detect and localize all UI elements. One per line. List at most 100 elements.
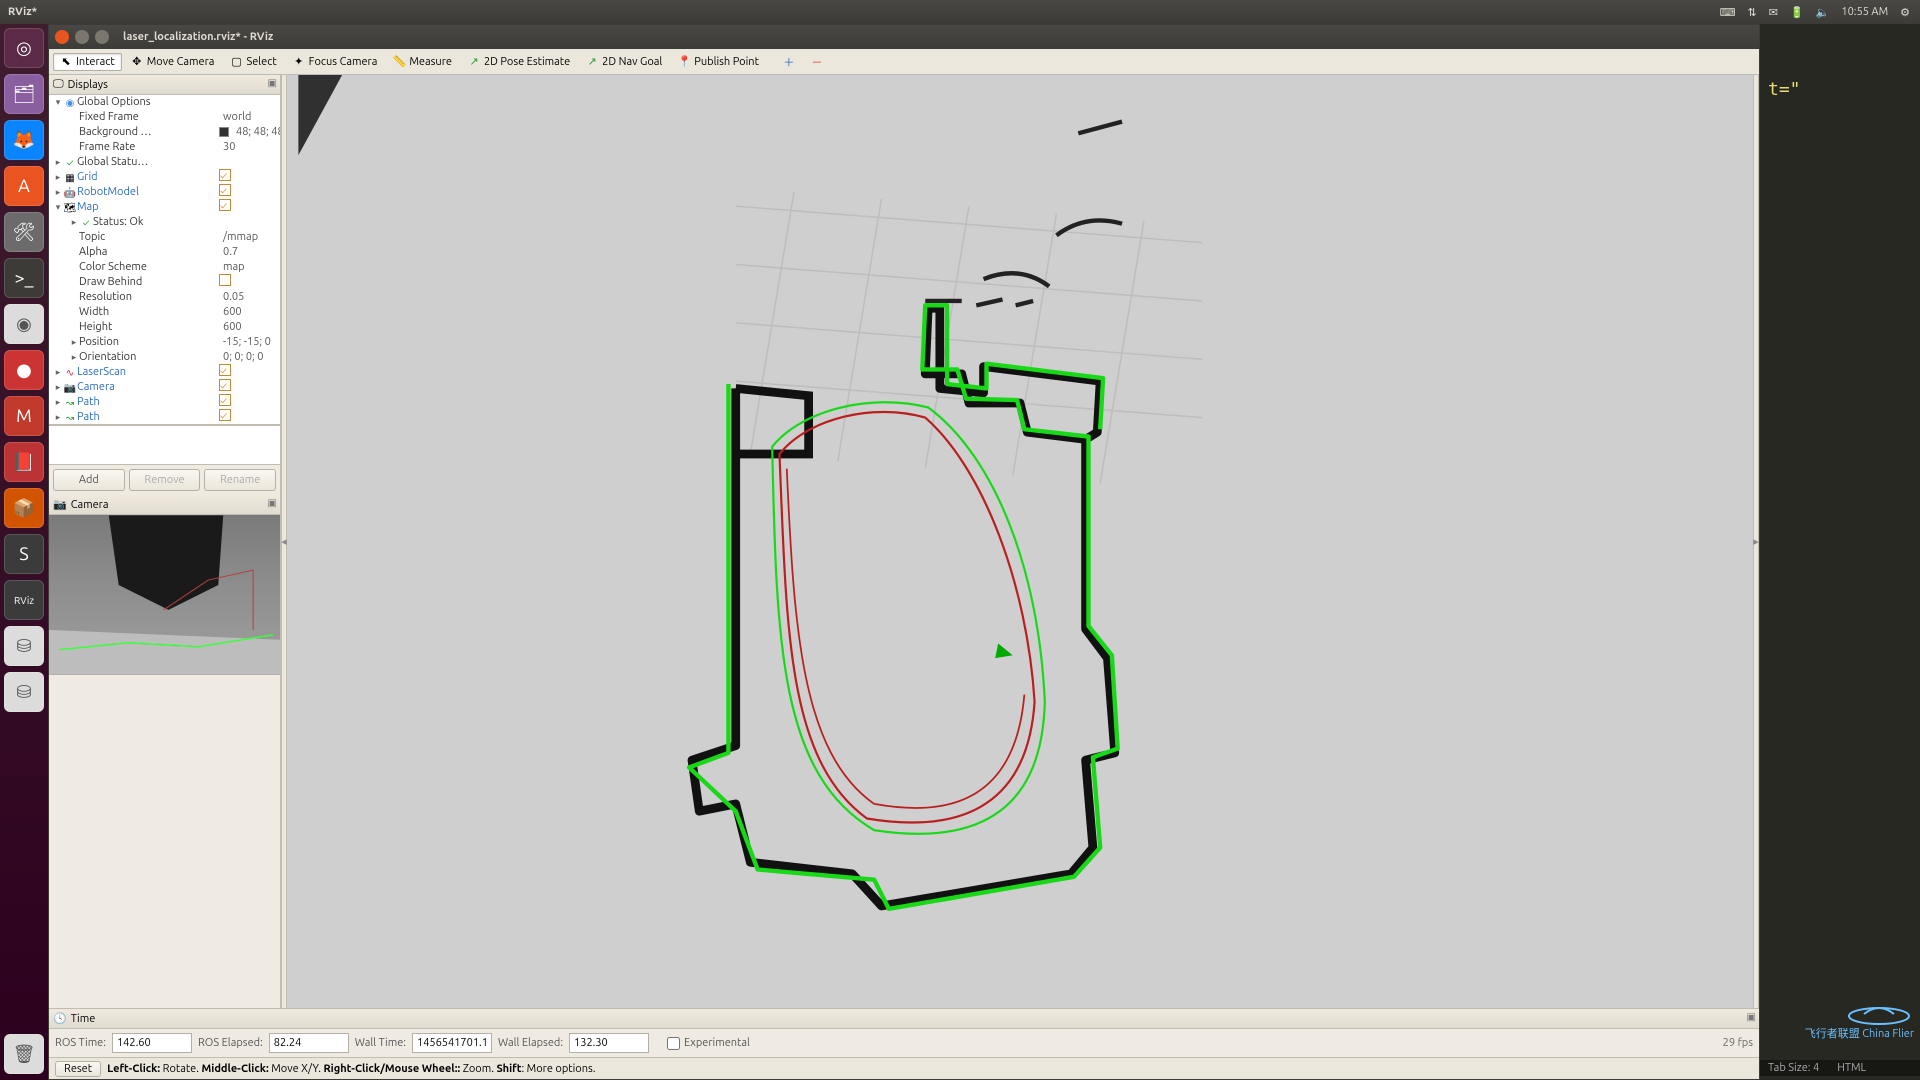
rviz-3d-view[interactable] <box>287 75 1753 1008</box>
ros-time-label: ROS Time: <box>55 1037 106 1049</box>
clock-icon: 🕓 <box>53 1012 67 1025</box>
experimental-label: Experimental <box>684 1037 750 1049</box>
window-close-icon[interactable] <box>55 30 69 44</box>
watermark-logo: 飞行者联盟 China Flier <box>1805 996 1914 1040</box>
ros-elapsed-field[interactable] <box>269 1033 349 1053</box>
arrow-icon: ↗ <box>468 56 480 68</box>
battery-icon[interactable]: 🔋 <box>1790 6 1804 19</box>
time-panel-header[interactable]: 🕓 Time ▣ <box>49 1009 1759 1029</box>
reset-button[interactable]: Reset <box>55 1061 101 1077</box>
tool-add[interactable]: ＋ <box>776 53 802 71</box>
tool-2d-nav-goal[interactable]: ↗2D Nav Goal <box>579 53 669 71</box>
ros-time-field[interactable] <box>112 1033 192 1053</box>
launcher-settings-tool[interactable]: 🛠 <box>4 212 44 252</box>
displays-buttons: Add Remove Rename <box>49 465 280 495</box>
launcher-dash[interactable]: ◎ <box>4 28 44 68</box>
wall-elapsed-label: Wall Elapsed: <box>498 1037 563 1049</box>
launcher-screen-recorder[interactable]: ● <box>4 350 44 390</box>
camera-icon: 📷 <box>53 498 67 511</box>
monitor-icon: 🖵 <box>53 78 64 91</box>
sound-icon[interactable]: 🔈 <box>1816 6 1830 19</box>
right-splitter[interactable]: ▸ <box>1753 75 1759 1008</box>
launcher-box[interactable]: 📦 <box>4 488 44 528</box>
launcher-files[interactable]: 🗂 <box>4 74 44 114</box>
display-description <box>49 425 280 465</box>
tool-interact[interactable]: ⬉Interact <box>53 53 122 71</box>
launcher-drive-1[interactable]: ⛁ <box>4 626 44 666</box>
displays-panel-header[interactable]: 🖵 Displays ▣ <box>49 75 280 95</box>
time-panel: 🕓 Time ▣ ROS Time: ROS Elapsed: Wall Tim… <box>49 1008 1759 1057</box>
tool-move-camera[interactable]: ✥Move Camera <box>124 53 222 71</box>
path2-checkbox[interactable] <box>219 409 231 421</box>
mouse-hint: Left-Click: Rotate. Middle-Click: Move X… <box>107 1063 595 1075</box>
rviz-window: laser_localization.rviz* - RViz ⬉Interac… <box>48 24 1760 1080</box>
active-window-title: RViz* <box>8 6 37 18</box>
camera-panel-header[interactable]: 📷 Camera ▣ <box>49 495 280 515</box>
unity-launcher: ◎ 🗂 🦊 A 🛠 >_ ◉ ● M 📕 📦 S RViz ⛁ ⛁ 🗑 <box>0 24 48 1080</box>
network-icon[interactable]: ⇅ <box>1748 6 1757 19</box>
launcher-terminal[interactable]: >_ <box>4 258 44 298</box>
experimental-checkbox[interactable] <box>667 1037 680 1050</box>
window-minimize-icon[interactable] <box>75 30 89 44</box>
camera-view[interactable] <box>49 515 280 675</box>
ros-elapsed-label: ROS Elapsed: <box>198 1037 263 1049</box>
window-title: laser_localization.rviz* - RViz <box>123 31 273 43</box>
tool-2d-pose-estimate[interactable]: ↗2D Pose Estimate <box>461 53 577 71</box>
tool-focus-camera[interactable]: ✦Focus Camera <box>286 53 385 71</box>
arrow-icon: ↗ <box>586 56 598 68</box>
launcher-rviz[interactable]: RViz <box>4 580 44 620</box>
remove-button[interactable]: Remove <box>129 469 201 491</box>
launcher-sublime[interactable]: S <box>4 534 44 574</box>
status-bar: Reset Left-Click: Rotate. Middle-Click: … <box>49 1057 1759 1079</box>
launcher-chromium[interactable]: ◉ <box>4 304 44 344</box>
select-icon: ▢ <box>230 56 242 68</box>
wall-time-label: Wall Time: <box>355 1037 406 1049</box>
window-titlebar[interactable]: laser_localization.rviz* - RViz <box>49 25 1759 49</box>
launcher-pdf-viewer[interactable]: 📕 <box>4 442 44 482</box>
wall-elapsed-field[interactable] <box>569 1033 649 1053</box>
minus-icon: － <box>811 56 823 68</box>
fps-readout: 29 fps <box>1723 1037 1753 1049</box>
editor-status-bar: Tab Size: 4HTML <box>1760 1060 1920 1076</box>
robotmodel-checkbox[interactable] <box>219 184 231 196</box>
clock[interactable]: 10:55 AM <box>1841 6 1888 18</box>
plus-icon: ＋ <box>783 56 795 68</box>
tool-measure[interactable]: 📏Measure <box>386 53 459 71</box>
drawbehind-checkbox[interactable] <box>219 274 231 286</box>
map-checkbox[interactable] <box>219 199 231 211</box>
window-maximize-icon[interactable] <box>95 30 109 44</box>
wall-time-field[interactable] <box>412 1033 492 1053</box>
mail-icon[interactable]: ✉ <box>1769 6 1778 19</box>
gear-icon[interactable]: ⚙ <box>1900 6 1910 19</box>
keyboard-icon[interactable]: ⌨ <box>1720 6 1736 19</box>
left-panels: 🖵 Displays ▣ ▾◉Global Options Fixed Fram… <box>49 75 281 1008</box>
code-fragment: t=" <box>1768 79 1801 100</box>
tool-publish-point[interactable]: 📍Publish Point <box>671 53 766 71</box>
displays-tree[interactable]: ▾◉Global Options Fixed Frameworld Backgr… <box>49 95 280 425</box>
launcher-trash[interactable]: 🗑 <box>4 1034 44 1074</box>
close-icon[interactable]: ▣ <box>1747 1011 1756 1023</box>
camera-checkbox[interactable] <box>219 379 231 391</box>
grid-checkbox[interactable] <box>219 169 231 181</box>
camera-title: Camera <box>71 499 109 511</box>
add-button[interactable]: Add <box>53 469 125 491</box>
system-top-panel: RViz* ⌨ ⇅ ✉ 🔋 🔈 10:55 AM ⚙ <box>0 0 1920 24</box>
close-icon[interactable]: ▣ <box>268 497 277 509</box>
ruler-icon: 📏 <box>393 56 405 68</box>
background-editor: t=" 飞行者联盟 China Flier Tab Size: 4HTML <box>1760 24 1920 1080</box>
launcher-firefox[interactable]: 🦊 <box>4 120 44 160</box>
pin-icon: 📍 <box>678 56 690 68</box>
rviz-toolbar: ⬉Interact ✥Move Camera ▢Select ✦Focus Ca… <box>49 49 1759 75</box>
launcher-drive-2[interactable]: ⛁ <box>4 672 44 712</box>
path1-checkbox[interactable] <box>219 394 231 406</box>
laserscan-checkbox[interactable] <box>219 364 231 376</box>
tool-select[interactable]: ▢Select <box>223 53 283 71</box>
rename-button[interactable]: Rename <box>204 469 276 491</box>
displays-title: Displays <box>68 79 108 91</box>
tool-remove[interactable]: － <box>804 53 830 71</box>
system-indicators: ⌨ ⇅ ✉ 🔋 🔈 10:55 AM ⚙ <box>1720 0 1916 24</box>
launcher-software[interactable]: A <box>4 166 44 206</box>
close-icon[interactable]: ▣ <box>268 77 277 89</box>
launcher-mendeley[interactable]: M <box>4 396 44 436</box>
focus-icon: ✦ <box>293 56 305 68</box>
